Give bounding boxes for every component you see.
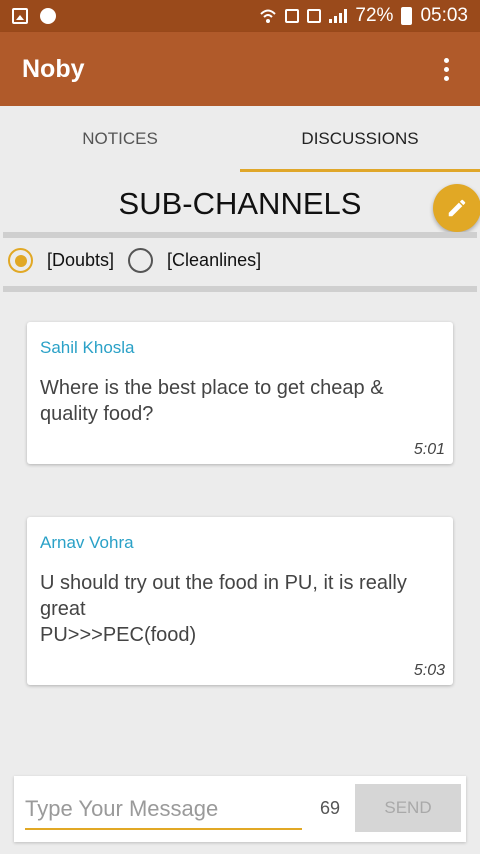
app-bar: Noby xyxy=(0,32,480,106)
wifi-calling-icon xyxy=(260,9,277,23)
message-card[interactable]: Sahil Khosla Where is the best place to … xyxy=(27,322,453,464)
radio-cleanlines[interactable] xyxy=(128,248,154,273)
radio-doubts[interactable] xyxy=(8,248,33,273)
send-button[interactable]: SEND xyxy=(355,784,461,832)
edit-button[interactable] xyxy=(433,184,480,232)
sim-signal-icon xyxy=(307,9,322,23)
channel-label-cleanlines[interactable]: [Cleanlines] xyxy=(167,250,261,271)
battery-percentage: 72% xyxy=(355,5,394,26)
status-bar: 72% 05:03 xyxy=(0,0,480,32)
divider xyxy=(3,232,477,238)
message-card[interactable]: Arnav Vohra U should try out the food in… xyxy=(27,517,453,685)
char-counter: 69 xyxy=(320,798,341,818)
overflow-menu-icon[interactable] xyxy=(434,54,458,84)
edit-pencil-icon xyxy=(448,199,466,217)
battery-icon xyxy=(401,7,413,25)
gallery-icon xyxy=(12,8,28,24)
message-time: 5:01 xyxy=(413,441,445,458)
app-title: Noby xyxy=(22,54,85,83)
channel-label-doubts[interactable]: [Doubts] xyxy=(47,250,114,271)
tab-bar: NOTICES DISCUSSIONS xyxy=(0,106,480,172)
divider xyxy=(3,286,477,292)
status-time: 05:03 xyxy=(420,5,468,26)
message-text: Where is the best place to get cheap & q… xyxy=(40,377,384,425)
message-input[interactable] xyxy=(25,790,302,830)
compose-bar: 69 SEND xyxy=(14,776,466,842)
phone-icon xyxy=(285,9,300,23)
channel-selector: [Doubts] [Cleanlines] xyxy=(8,248,275,273)
tab-discussions[interactable]: DISCUSSIONS xyxy=(240,106,480,172)
section-title: SUB-CHANNELS xyxy=(118,186,362,221)
message-author: Sahil Khosla xyxy=(40,338,135,357)
message-author: Arnav Vohra xyxy=(40,533,134,552)
tab-notices[interactable]: NOTICES xyxy=(0,106,240,172)
signal-bars-icon xyxy=(329,9,348,23)
whatsapp-icon xyxy=(40,8,56,24)
message-time: 5:03 xyxy=(413,662,445,679)
message-text: U should try out the food in PU, it is r… xyxy=(40,572,407,646)
